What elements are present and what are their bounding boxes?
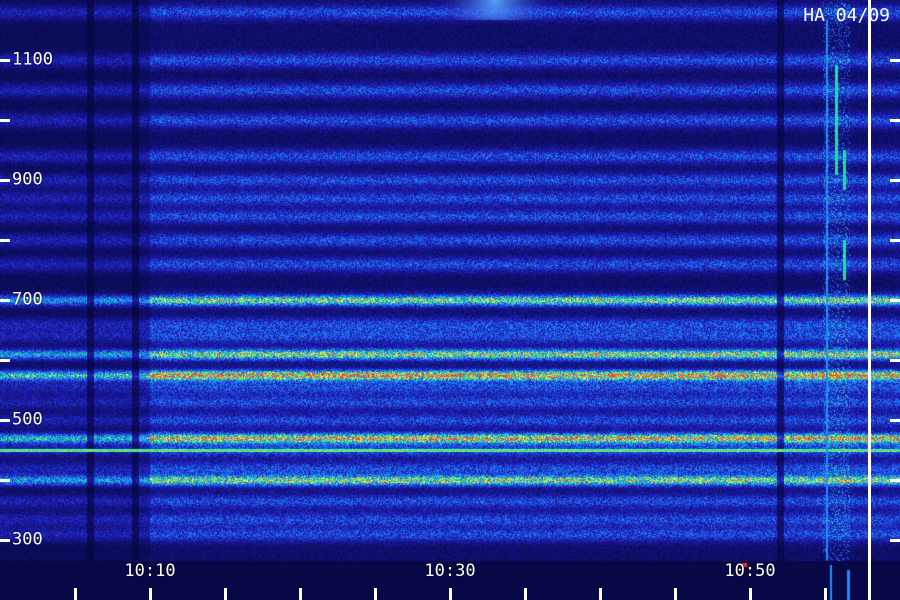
x-tick-mark: [524, 588, 527, 600]
x-tick-mark: [149, 588, 152, 600]
y-tick-mark: [0, 299, 10, 302]
y-tick-label: 500: [12, 409, 43, 430]
x-tick-mark: [74, 588, 77, 600]
y-tick-mark: [0, 359, 10, 362]
y-tick-label: 900: [12, 169, 43, 190]
y-tick-mark: [890, 359, 900, 362]
x-tick-mark: [749, 588, 752, 600]
y-tick-mark: [0, 59, 10, 62]
x-tick-label: 10:30: [424, 561, 476, 581]
spectrogram-canvas: [0, 0, 900, 600]
x-tick-mark: [824, 588, 827, 600]
y-tick-mark: [890, 239, 900, 242]
y-tick-mark: [0, 239, 10, 242]
time-cursor-line: [868, 0, 871, 600]
y-tick-mark: [890, 539, 900, 542]
x-tick-mark: [224, 588, 227, 600]
y-tick-mark: [890, 419, 900, 422]
x-tick-mark: [299, 588, 302, 600]
x-tick-mark: [374, 588, 377, 600]
y-tick-label: 1100: [12, 49, 53, 70]
station-date-label: HA 04/09: [803, 5, 890, 26]
y-tick-mark: [0, 179, 10, 182]
x-tick-mark: [674, 588, 677, 600]
y-tick-label: 300: [12, 529, 43, 550]
x-tick-mark: [599, 588, 602, 600]
y-tick-mark: [0, 539, 10, 542]
y-tick-mark: [890, 59, 900, 62]
y-tick-mark: [890, 299, 900, 302]
x-tick-label: 10:50: [724, 561, 776, 581]
y-tick-mark: [0, 119, 10, 122]
x-tick-label: 10:10: [124, 561, 176, 581]
y-tick-mark: [890, 479, 900, 482]
y-tick-mark: [0, 419, 10, 422]
y-tick-mark: [0, 479, 10, 482]
y-tick-mark: [890, 179, 900, 182]
y-tick-mark: [890, 119, 900, 122]
x-tick-mark: [449, 588, 452, 600]
y-tick-label: 700: [12, 289, 43, 310]
spectrogram-chart: HA 04/09 300 500 700 900 1100 10:10 10:30 10:50: [0, 0, 900, 600]
